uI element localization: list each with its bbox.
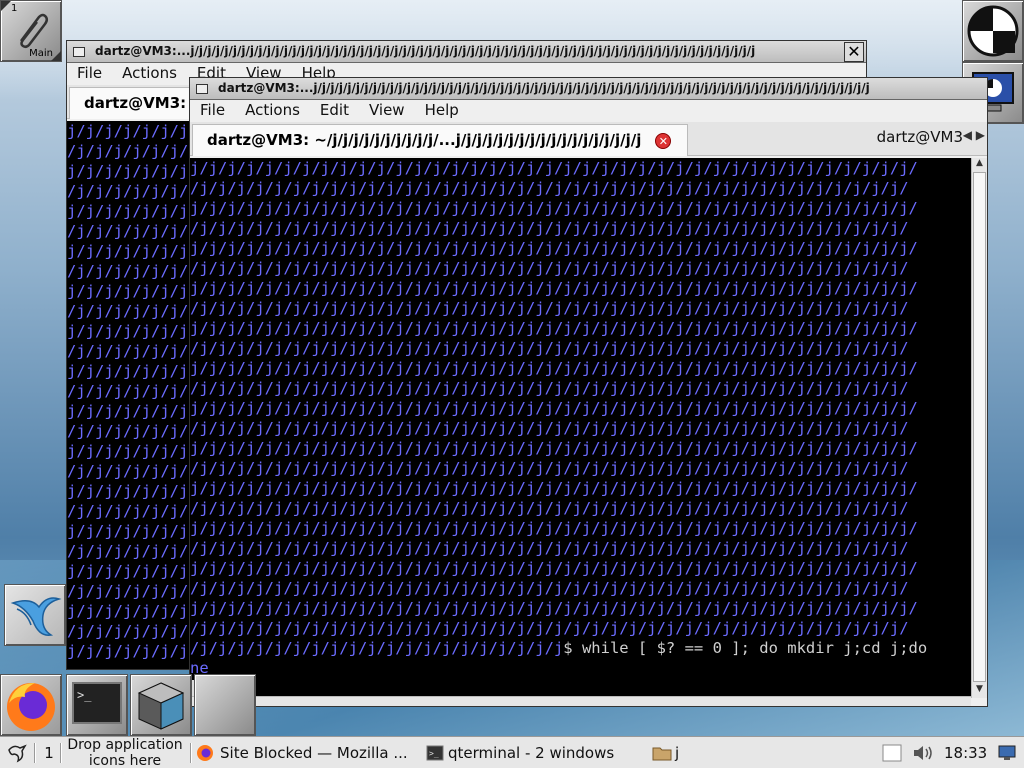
window-menu-button[interactable] xyxy=(196,84,208,94)
dock-clock-tile[interactable] xyxy=(962,0,1024,62)
window-titlebar[interactable]: dartz@VM3:...j/j/j/j/j/j/j/j/j/j/j/j/j/j… xyxy=(67,41,866,63)
tab-bar: dartz@VM3: ~/j/j/j/j/j/j/j/j/j/j/...j/j/… xyxy=(190,122,987,156)
scroll-up-icon[interactable]: ▲ xyxy=(972,158,987,172)
quicklaunch-drop-area[interactable]: Drop application icons here xyxy=(62,737,188,768)
desktop-switcher[interactable]: 1 xyxy=(40,737,58,768)
taskbar: 1 Drop application icons here Site Block… xyxy=(0,736,1024,768)
menu-actions[interactable]: Actions xyxy=(235,100,310,120)
dock-terminal-tile[interactable]: >_ xyxy=(66,674,128,736)
dock-hidden-tile[interactable] xyxy=(194,674,256,736)
tile-corner xyxy=(1,1,11,11)
svg-text:>_: >_ xyxy=(77,688,92,702)
terminal-icon: >_ xyxy=(72,682,122,724)
clock-app-icon xyxy=(967,5,1019,57)
menu-edit[interactable]: Edit xyxy=(310,100,359,120)
dock-cube-tile[interactable] xyxy=(130,674,192,736)
firefox-icon xyxy=(197,745,213,761)
volume-button[interactable] xyxy=(912,737,940,768)
cube-icon xyxy=(137,682,185,730)
tab-terminal[interactable]: dartz@VM3: xyxy=(69,87,209,119)
tab-active[interactable]: dartz@VM3: ~/j/j/j/j/j/j/j/j/j/j/...j/j/… xyxy=(192,124,688,156)
command-wrap-text: ne xyxy=(190,659,209,677)
task-label: qterminal - 2 windows xyxy=(448,744,615,762)
volume-icon xyxy=(914,746,932,760)
window-title: dartz@VM3:...j/j/j/j/j/j/j/j/j/j/j/j/j/j… xyxy=(218,81,870,95)
terminal-text: j/j/j/j/j/j/j/j/j/j/j/j/j/j/j/j/j/j/j/j/… xyxy=(190,159,918,637)
terminal-icon: >_ xyxy=(426,745,444,761)
scroll-down-icon[interactable]: ▼ xyxy=(972,684,987,698)
terminal-output[interactable]: j/j/j/j/j/j/j/j/j/j/j/j/j/j/j/j/j/j/j/j/… xyxy=(190,158,973,698)
terminal-output[interactable]: j/j/j/j/j/j/j/ /j/j/j/j/j/j/ j/j/j/j/j/j… xyxy=(67,121,189,669)
dock-bird-tile[interactable] xyxy=(4,584,66,646)
tray-notes-button[interactable] xyxy=(882,737,906,768)
firefox-icon xyxy=(7,683,55,731)
task-label: j xyxy=(675,744,680,762)
folder-icon xyxy=(652,747,672,761)
close-button[interactable]: ✕ xyxy=(844,42,864,62)
task-button-firefox[interactable]: Site Blocked — Mozilla ... xyxy=(196,737,418,768)
tab-scroll-arrows-icon[interactable]: ◀ ▶ xyxy=(963,128,985,142)
start-menu-button[interactable] xyxy=(2,737,32,768)
network-icon xyxy=(998,745,1016,760)
prompt-path: /j/j/j/j/j/j/j/j/j/j/j/j/j/j/j/j/j/j/j/j xyxy=(190,639,564,657)
tab-label: dartz@VM3: ~/j/j/j/j/j/j/j/j/j/j/...j/j/… xyxy=(207,131,642,149)
menu-view[interactable]: View xyxy=(359,100,415,120)
dock-firefox-tile[interactable] xyxy=(0,674,62,736)
task-button-folder[interactable]: j xyxy=(652,737,712,768)
task-label: Site Blocked — Mozilla ... xyxy=(220,744,408,762)
window-title: dartz@VM3:...j/j/j/j/j/j/j/j/j/j/j/j/j/j… xyxy=(95,44,756,58)
horizontal-scrollbar[interactable] xyxy=(190,696,971,706)
svg-text:>_: >_ xyxy=(429,749,439,758)
scrollbar-thumb[interactable] xyxy=(973,172,986,682)
notes-icon xyxy=(882,744,902,762)
menu-help[interactable]: Help xyxy=(415,100,469,120)
bird-logo-icon xyxy=(10,597,62,636)
network-button[interactable] xyxy=(998,737,1020,768)
taskbar-separator xyxy=(34,743,36,763)
tab-close-icon[interactable]: ✕ xyxy=(655,132,672,149)
terminal-window-front[interactable]: dartz@VM3:...j/j/j/j/j/j/j/j/j/j/j/j/j/j… xyxy=(189,77,988,707)
menu-actions[interactable]: Actions xyxy=(112,63,187,83)
menu-file[interactable]: File xyxy=(67,63,112,83)
task-button-qterminal[interactable]: >_ qterminal - 2 windows xyxy=(426,737,644,768)
menu-file[interactable]: File xyxy=(190,100,235,120)
start-menu-icon xyxy=(8,744,27,763)
menu-bar: File Actions Edit View Help xyxy=(190,100,987,122)
tab-second[interactable]: dartz@VM3 xyxy=(877,128,963,146)
taskbar-separator xyxy=(190,743,192,763)
workspace-label: Main xyxy=(29,48,53,59)
workspace-switcher-tile[interactable]: 1 Main xyxy=(0,0,62,62)
window-titlebar[interactable]: dartz@VM3:...j/j/j/j/j/j/j/j/j/j/j/j/j/j… xyxy=(190,78,987,100)
vertical-scrollbar[interactable]: ▲ ▼ xyxy=(971,158,987,698)
paperclip-icon xyxy=(20,13,49,49)
clock[interactable]: 18:33 xyxy=(944,737,992,768)
window-menu-button[interactable] xyxy=(73,47,85,57)
command-text: $ while [ $? == 0 ]; do mkdir j;cd j;do xyxy=(563,639,928,657)
terminal-text: j/j/j/j/j/j/j/ /j/j/j/j/j/j/ j/j/j/j/j/j… xyxy=(67,122,189,660)
